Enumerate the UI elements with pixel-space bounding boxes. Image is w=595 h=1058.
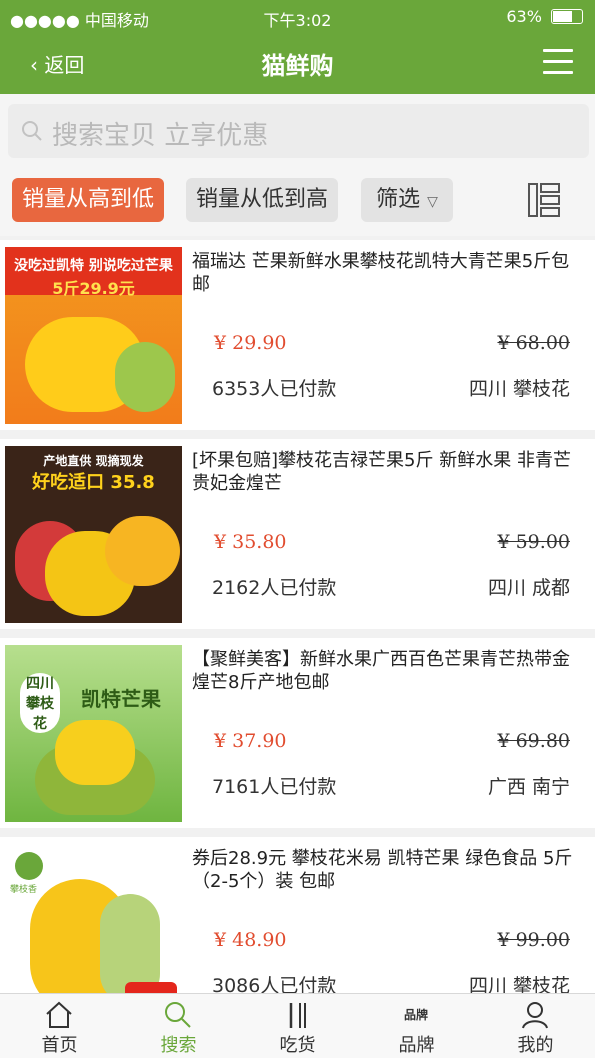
filter-label: 筛选 — [376, 187, 421, 212]
sort-sales-asc-button[interactable]: 销量从低到高 — [186, 178, 338, 222]
list-view-icon[interactable] — [527, 182, 561, 218]
product-item[interactable]: 没吃过凯特 别说吃过芒果 5斤29.9元 福瑞达 芒果新鲜水果攀枝花凯特大青芒果… — [0, 240, 595, 430]
tab-label: 搜索 — [160, 1035, 197, 1056]
product-price: ¥ 48.90 — [214, 929, 287, 951]
search-input[interactable]: 搜索宝贝 立享优惠 — [8, 104, 589, 158]
sort-sales-desc-button[interactable]: 销量从高到低 — [12, 178, 164, 222]
product-paid-count: 7161人已付款 — [212, 776, 337, 798]
bottom-tab-bar: 首页 搜索 吃货 品牌 品牌 我的 — [0, 993, 595, 1058]
product-location: 四川 攀枝花 — [468, 378, 570, 400]
nav-bar: ‹ 返回 猫鲜购 — [0, 32, 595, 94]
product-item[interactable]: 产地直供 现摘现发 好吃适口 35.8 [坏果包赔]攀枝花吉禄芒果5斤 新鲜水果… — [0, 439, 595, 629]
tab-label: 首页 — [41, 1035, 78, 1056]
sort-filter-bar: 销量从高到低 销量从低到高 筛选 ▽ — [0, 168, 595, 236]
product-title: 【聚鲜美客】新鲜水果广西百色芒果青芒热带金煌芒8斤产地包邮 — [192, 649, 570, 693]
product-location: 广西 南宁 — [487, 776, 570, 798]
search-icon — [22, 121, 42, 141]
tab-label: 吃货 — [279, 1035, 316, 1056]
status-bar: ●●●●● 中国移动 下午3:02 63% — [0, 0, 595, 32]
search-icon — [165, 1002, 191, 1028]
battery-percent: 63% — [506, 7, 542, 26]
fork-knife-icon — [289, 1003, 306, 1028]
product-location: 四川 成都 — [487, 577, 570, 599]
product-original-price: ¥ 59.00 — [497, 531, 570, 553]
search-placeholder: 搜索宝贝 立享优惠 — [52, 121, 269, 151]
home-icon — [46, 1001, 72, 1028]
product-title: [坏果包赔]攀枝花吉禄芒果5斤 新鲜水果 非青芒贵妃金煌芒 — [192, 450, 571, 494]
menu-icon[interactable] — [543, 49, 573, 75]
product-price: ¥ 35.80 — [214, 531, 287, 553]
product-image: 产地直供 现摘现发 好吃适口 35.8 — [5, 446, 182, 623]
tab-label: 品牌 — [398, 1035, 435, 1056]
product-original-price: ¥ 69.80 — [497, 730, 570, 752]
battery-icon — [551, 9, 583, 24]
product-original-price: ¥ 99.00 — [497, 929, 570, 951]
product-original-price: ¥ 68.00 — [497, 332, 570, 354]
product-price: ¥ 29.90 — [214, 332, 287, 354]
product-paid-count: 2162人已付款 — [212, 577, 337, 599]
product-price: ¥ 37.90 — [214, 730, 287, 752]
product-title: 福瑞达 芒果新鲜水果攀枝花凯特大青芒果5斤包邮 — [192, 251, 570, 295]
tab-profile[interactable]: 我的 — [476, 994, 595, 1058]
filter-button[interactable]: 筛选 ▽ — [361, 178, 453, 222]
tab-foodie[interactable]: 吃货 — [238, 994, 357, 1058]
tab-label: 我的 — [517, 1035, 554, 1056]
product-image: 没吃过凯特 别说吃过芒果 5斤29.9元 — [5, 247, 182, 424]
battery-status: 63% — [506, 7, 583, 26]
product-image: 四川攀枝花 凯特芒果 — [5, 645, 182, 822]
tab-home[interactable]: 首页 — [0, 994, 119, 1058]
search-bar: 搜索宝贝 立享优惠 — [0, 94, 595, 168]
page-title: 猫鲜购 — [261, 52, 334, 80]
tab-search[interactable]: 搜索 — [119, 994, 238, 1058]
tab-brand[interactable]: 品牌 品牌 — [357, 994, 476, 1058]
user-icon — [522, 1002, 548, 1029]
product-item[interactable]: 四川攀枝花 凯特芒果 【聚鲜美客】新鲜水果广西百色芒果青芒热带金煌芒8斤产地包邮… — [0, 638, 595, 828]
product-title: 券后28.9元 攀枝花米易 凯特芒果 绿色食品 5斤（2-5个）装 包邮 — [192, 848, 573, 892]
product-paid-count: 6353人已付款 — [212, 378, 337, 400]
brand-icon: 品牌 — [403, 1008, 428, 1022]
filter-funnel-icon: ▽ — [427, 194, 438, 210]
